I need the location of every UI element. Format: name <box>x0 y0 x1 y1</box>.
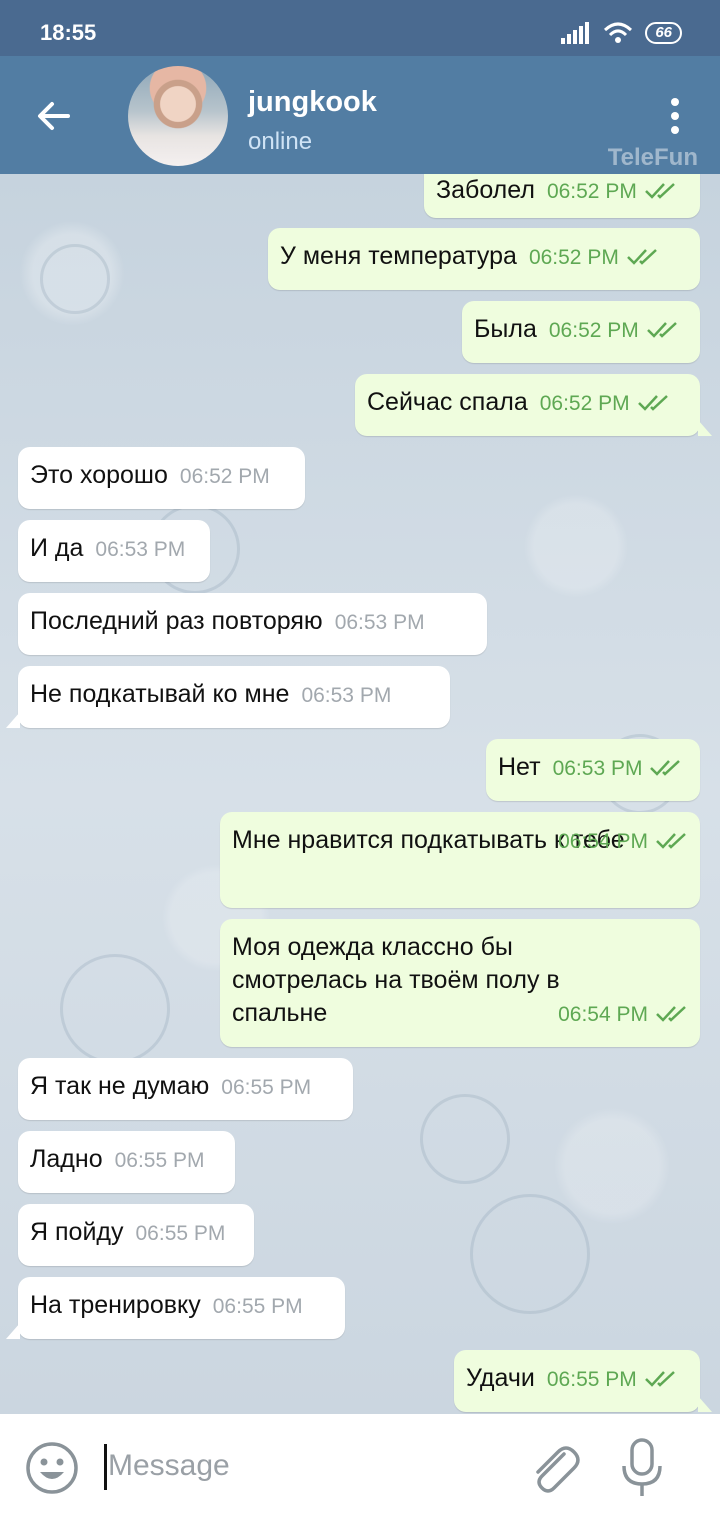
message-time: 06:54 PM <box>558 830 648 853</box>
message-bubble-incoming[interactable]: Последний раз повторяю 06:53 PM <box>18 593 487 655</box>
watermark: TeleFun <box>607 144 698 171</box>
emoji-icon[interactable] <box>24 1440 80 1496</box>
attachment-icon[interactable] <box>526 1440 582 1496</box>
message-time: 06:52 PM <box>179 465 270 488</box>
message-time: 06:53 PM <box>552 757 643 780</box>
message-text: И да <box>30 534 84 562</box>
double-check-icon <box>646 322 677 338</box>
message-text: Была <box>474 315 537 343</box>
message-bubble-outgoing[interactable]: Нет 06:53 PM <box>486 739 700 801</box>
message-text: На тренировку <box>30 1291 201 1319</box>
background-doodle <box>40 244 110 314</box>
message-time: 06:52 PM <box>546 180 637 203</box>
double-check-icon <box>656 833 686 849</box>
message-bubble-incoming[interactable]: Я пойду 06:55 PM <box>18 1204 254 1266</box>
status-bar: 18:55 66 <box>0 0 720 56</box>
message-text: Последний раз повторяю <box>30 607 323 635</box>
battery-indicator: 66 <box>645 22 682 44</box>
message-text: Не подкатывай ко мне <box>30 680 290 708</box>
message-meta: 06:52 PM <box>529 241 659 274</box>
message-time: 06:53 PM <box>95 538 186 561</box>
message-text: Это хорошо <box>30 461 168 489</box>
message-bubble-incoming[interactable]: Ладно 06:55 PM <box>18 1131 235 1193</box>
double-check-icon <box>644 183 675 199</box>
message-input[interactable] <box>108 1438 508 1494</box>
double-check-icon <box>656 1006 686 1022</box>
message-bubble-outgoing[interactable]: Моя одежда классно бы смотрелась на твоё… <box>220 919 700 1047</box>
double-check-icon <box>644 1371 675 1387</box>
message-meta: 06:53 PM <box>553 752 683 785</box>
message-bubble-outgoing[interactable]: Заболел 06:52 PM <box>424 174 700 218</box>
double-check-icon <box>626 249 657 265</box>
message-time: 06:53 PM <box>334 611 425 634</box>
status-time: 18:55 <box>40 20 97 45</box>
message-text: Нет <box>498 753 541 781</box>
message-bubble-incoming[interactable]: И да 06:53 PM <box>18 520 210 582</box>
message-text: Заболел <box>436 176 535 204</box>
message-bubble-outgoing[interactable]: У меня температура 06:52 PM <box>268 228 700 290</box>
message-bubble-outgoing[interactable]: Была 06:52 PM <box>462 301 700 363</box>
status-icons: 66 <box>561 22 682 44</box>
signal-icon <box>561 22 590 44</box>
message-list[interactable]: Заболел 06:52 PM У меня температура 06:52 … <box>0 174 720 1414</box>
avatar[interactable] <box>128 66 228 166</box>
message-time: 06:55 PM <box>114 1149 205 1172</box>
message-text: Я так не думаю <box>30 1072 210 1100</box>
message-bubble-incoming[interactable]: Я так не думаю 06:55 PM <box>18 1058 353 1120</box>
background-doodle <box>420 1094 510 1184</box>
chat-header: jungkook online TeleFun <box>0 56 720 174</box>
message-text: Ладно <box>30 1145 103 1173</box>
message-time: 06:52 PM <box>528 246 619 269</box>
message-bubble-outgoing[interactable]: Удачи 06:55 PM <box>454 1350 712 1412</box>
message-time: 06:54 PM <box>558 1003 648 1026</box>
message-meta: 06:52 PM <box>540 387 670 420</box>
contact-status: online <box>248 128 313 155</box>
message-bubble-outgoing[interactable]: Мне нравится подкатывать к тебе 06:54 PM <box>220 812 700 908</box>
background-doodle <box>470 1194 590 1314</box>
message-time: 06:55 PM <box>135 1222 226 1245</box>
contact-name[interactable]: jungkook <box>248 86 377 119</box>
wifi-icon <box>604 22 633 43</box>
message-meta: 06:55 PM <box>547 1363 677 1396</box>
message-text: У меня температура <box>280 242 517 270</box>
message-bubble-incoming[interactable]: Это хорошо 06:52 PM <box>18 447 305 509</box>
message-time: 06:55 PM <box>212 1295 303 1318</box>
double-check-icon <box>650 760 681 776</box>
message-time: 06:55 PM <box>546 1368 637 1391</box>
message-time: 06:53 PM <box>301 684 392 707</box>
background-doodle <box>60 954 170 1064</box>
message-text: Сейчас спала <box>367 388 528 416</box>
message-bubble-outgoing[interactable]: Сейчас спала 06:52 PM <box>355 374 712 436</box>
back-arrow-icon[interactable] <box>30 92 78 140</box>
more-options-icon[interactable] <box>660 96 690 136</box>
message-composer <box>0 1414 720 1520</box>
message-time: 06:52 PM <box>548 319 639 342</box>
message-time: 06:55 PM <box>221 1076 312 1099</box>
double-check-icon <box>637 395 668 411</box>
microphone-icon[interactable] <box>616 1438 668 1498</box>
message-bubble-incoming[interactable]: Не подкатывай ко мне 06:53 PM <box>6 666 450 728</box>
message-text: Удачи <box>466 1364 535 1392</box>
message-text: Я пойду <box>30 1218 124 1246</box>
message-bubble-incoming[interactable]: На тренировку 06:55 PM <box>6 1277 345 1339</box>
message-time: 06:52 PM <box>539 392 630 415</box>
text-cursor <box>104 1444 107 1490</box>
message-meta: 06:52 PM <box>549 314 679 347</box>
message-meta: 06:52 PM <box>547 175 677 208</box>
